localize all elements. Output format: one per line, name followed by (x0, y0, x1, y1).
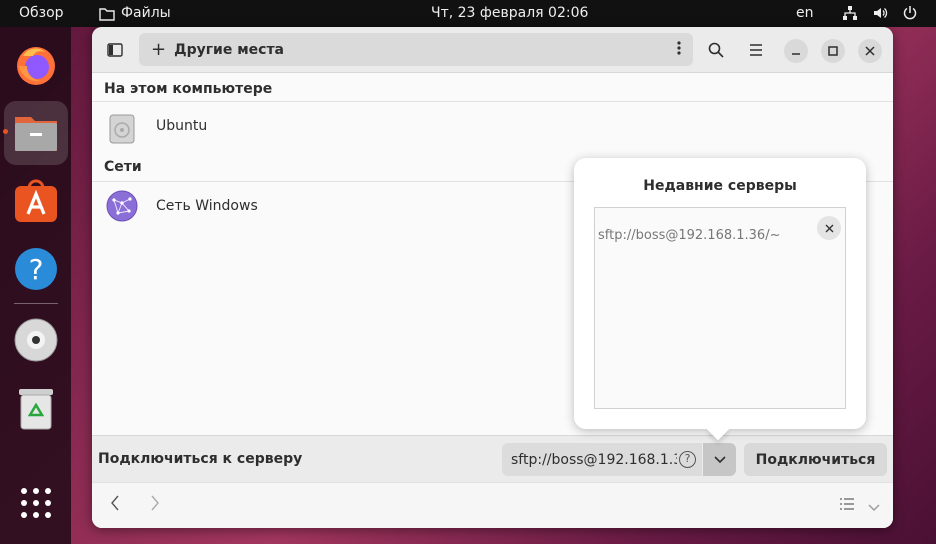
view-list-button[interactable] (840, 498, 854, 514)
back-button[interactable] (110, 495, 120, 516)
recent-server-item[interactable]: sftp://boss@192.168.1.36/~ (598, 228, 780, 243)
header-bar: + Другие места (92, 27, 893, 73)
app-grid-icon (21, 488, 51, 518)
main-menu-button[interactable] (741, 35, 771, 65)
dock-files[interactable] (4, 101, 68, 165)
close-button[interactable] (858, 39, 882, 63)
dock-help[interactable]: ? (4, 237, 68, 301)
dock-disc[interactable] (4, 308, 68, 372)
connect-button[interactable]: Подключиться (744, 443, 887, 476)
item-label: Сеть Windows (156, 198, 258, 214)
view-options-button[interactable] (868, 500, 880, 516)
list-item-ubuntu[interactable]: Ubuntu (92, 102, 893, 154)
disc-icon (14, 318, 58, 362)
hamburger-icon (750, 44, 762, 56)
system-tray[interactable] (842, 5, 918, 21)
section-title-computer: На этом компьютере (104, 81, 273, 97)
dock-firefox[interactable] (4, 33, 68, 97)
running-indicator (3, 129, 8, 134)
recent-servers-list: sftp://boss@192.168.1.36/~ (594, 207, 846, 409)
minimize-icon (792, 53, 800, 55)
firefox-icon (17, 47, 55, 85)
forward-button[interactable] (150, 495, 160, 516)
footer-bar (92, 482, 893, 528)
drive-icon (109, 114, 135, 148)
dock-app-grid[interactable] (4, 471, 68, 535)
files-icon (15, 117, 57, 151)
plus-icon: + (151, 38, 167, 60)
connect-label: Подключиться к серверу (98, 451, 303, 467)
app-name-label: Файлы (121, 5, 171, 21)
help-icon[interactable]: ? (679, 451, 696, 468)
chevron-down-icon (868, 504, 880, 511)
close-icon (825, 224, 833, 232)
dock-trash[interactable] (4, 376, 68, 440)
dock-separator (14, 303, 58, 304)
server-address-value: sftp://boss@192.168.1.36/~ (511, 451, 677, 468)
recent-servers-dropdown-button[interactable] (703, 443, 736, 476)
chevron-right-icon (151, 495, 159, 511)
search-icon (708, 42, 724, 58)
clock-button[interactable]: Чт, 23 февраля 02:06 (431, 5, 588, 22)
location-bar[interactable]: + Другие места (139, 33, 693, 66)
network-icon (842, 5, 858, 21)
trash-icon (19, 389, 53, 430)
close-icon (865, 46, 875, 56)
svg-text:?: ? (29, 253, 44, 286)
volume-icon (872, 5, 888, 21)
language-indicator[interactable]: en (796, 5, 814, 22)
help-icon: ? (15, 248, 57, 290)
app-menu-button[interactable]: Файлы (99, 5, 171, 22)
recent-servers-popover: Недавние серверы sftp://boss@192.168.1.3… (574, 158, 866, 429)
minimize-button[interactable] (784, 39, 808, 63)
location-title: Другие места (174, 41, 285, 58)
list-view-icon (840, 498, 854, 510)
chevron-down-icon (713, 455, 726, 463)
dock: ? (0, 27, 71, 544)
power-icon (902, 5, 918, 21)
activities-button[interactable]: Обзор (19, 5, 64, 22)
popover-title: Недавние серверы (643, 178, 797, 194)
maximize-icon (828, 46, 838, 56)
network-globe-icon (106, 190, 138, 226)
server-address-input[interactable]: sftp://boss@192.168.1.36/~ ? (502, 443, 702, 476)
dock-app-center[interactable] (4, 169, 68, 233)
remove-server-button[interactable] (817, 216, 841, 240)
app-center-icon (15, 179, 57, 222)
maximize-button[interactable] (821, 39, 845, 63)
kebab-menu-icon[interactable] (677, 40, 681, 59)
section-title-networks: Сети (104, 159, 142, 175)
sidebar-icon (107, 43, 123, 57)
folder-icon (99, 7, 115, 21)
chevron-left-icon (111, 495, 119, 511)
connect-to-server-bar: Подключиться к серверу sftp://boss@192.1… (92, 435, 893, 482)
search-button[interactable] (701, 35, 731, 65)
sidebar-toggle-button[interactable] (100, 35, 130, 65)
top-bar: Обзор Файлы Чт, 23 февраля 02:06 en (0, 0, 936, 27)
item-label: Ubuntu (156, 118, 208, 134)
